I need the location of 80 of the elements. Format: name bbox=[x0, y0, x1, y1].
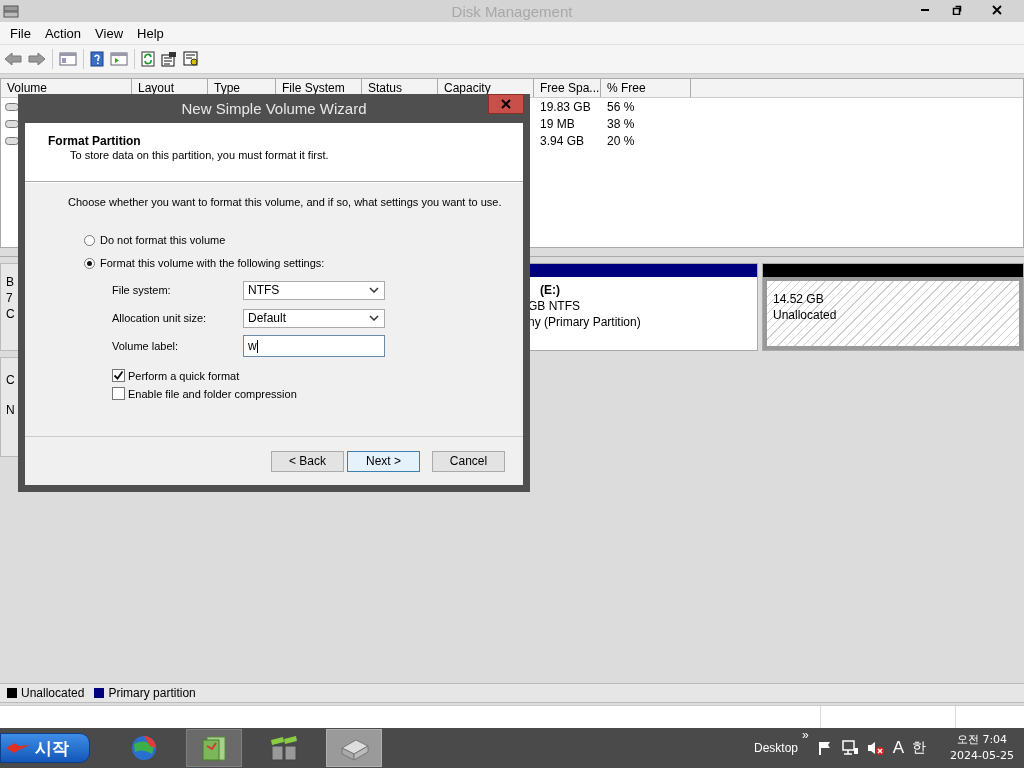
language-indicator[interactable]: 한 bbox=[912, 739, 927, 757]
menu-item[interactable]: File bbox=[4, 25, 39, 41]
table-cell-text: 19 MB bbox=[539, 116, 576, 131]
menu-item[interactable]: Action bbox=[38, 25, 90, 41]
console-tree-icon[interactable] bbox=[59, 51, 77, 67]
page-heading: Format Partition bbox=[48, 134, 142, 148]
disk-icon bbox=[3, 4, 19, 18]
column-header[interactable]: Free Spa... bbox=[534, 79, 601, 97]
disk-label-text: 7 bbox=[6, 292, 13, 304]
disk-label-text: N bbox=[6, 404, 15, 416]
settings-icon[interactable] bbox=[183, 51, 199, 67]
column-header[interactable]: % Free bbox=[601, 79, 691, 97]
disk-label-text: C bbox=[6, 374, 15, 386]
drive-icon bbox=[5, 136, 19, 145]
menu-item[interactable]: View bbox=[89, 25, 132, 41]
checkbox[interactable] bbox=[112, 369, 125, 382]
flag-icon[interactable] bbox=[816, 740, 833, 756]
close-icon bbox=[992, 5, 1002, 15]
table-cell-text: 38 % bbox=[606, 116, 636, 131]
table-cell-text: 19.83 GB bbox=[539, 99, 592, 114]
muted-speaker-icon[interactable] bbox=[866, 740, 885, 756]
start-button[interactable]: 시작 bbox=[0, 733, 90, 763]
caret-icon bbox=[369, 315, 379, 321]
logo-icon bbox=[5, 742, 31, 754]
input-mode-indicator[interactable]: A bbox=[892, 738, 905, 758]
properties-icon[interactable] bbox=[161, 51, 177, 67]
partition-text: Unallocated bbox=[773, 307, 838, 323]
network-icon[interactable] bbox=[840, 740, 859, 756]
dropdown[interactable]: Default bbox=[243, 308, 385, 328]
disk-label-text: B bbox=[6, 276, 14, 288]
clock-time[interactable]: 오전 7:04 bbox=[956, 732, 1008, 748]
partition-block[interactable]: 14.52 GB Unallocated bbox=[762, 263, 1024, 351]
toolbar-label[interactable]: Desktop bbox=[754, 741, 799, 755]
partition-title: (E:) bbox=[539, 282, 561, 298]
toolbar-chevron[interactable]: » bbox=[802, 728, 809, 742]
taskbar-button[interactable] bbox=[326, 729, 382, 767]
restore-icon bbox=[952, 5, 962, 15]
field-label: Allocation unit size: bbox=[112, 312, 208, 324]
field-label: Volume label: bbox=[112, 340, 180, 352]
dialog-title: New Simple Volume Wizard bbox=[181, 100, 367, 117]
radio-button[interactable] bbox=[84, 257, 95, 269]
refresh-icon[interactable] bbox=[141, 51, 155, 67]
clock-date[interactable]: 2024-05-25 bbox=[950, 748, 1014, 764]
clapperboard-icon bbox=[269, 734, 299, 762]
dialog-button[interactable]: Next > bbox=[347, 450, 420, 472]
radio-option[interactable]: Format this volume with the following settings: bbox=[84, 257, 523, 269]
field-label: File system: bbox=[112, 284, 172, 296]
page-subheading: To store data on this partition, you must format it first. bbox=[69, 149, 330, 161]
table-cell-text: 56 % bbox=[606, 99, 636, 114]
checkbox[interactable] bbox=[112, 387, 125, 400]
partition-text: 14.52 GB bbox=[773, 291, 825, 307]
forward-icon[interactable] bbox=[28, 51, 46, 67]
globe-icon bbox=[130, 734, 158, 762]
checkbox-option[interactable]: Enable file and folder compression bbox=[112, 387, 523, 400]
legend-label: Primary partition bbox=[108, 686, 196, 700]
back-icon[interactable] bbox=[4, 51, 22, 67]
drive-icon bbox=[5, 102, 19, 111]
table-cell-text: 3.94 GB bbox=[539, 133, 586, 148]
dialog-button[interactable]: < Back bbox=[271, 450, 344, 472]
minimize-icon bbox=[921, 9, 929, 11]
close-button[interactable] bbox=[488, 94, 524, 114]
close-icon bbox=[501, 99, 511, 109]
disk-label-text: C bbox=[6, 308, 15, 320]
dialog-button[interactable]: Cancel bbox=[432, 450, 505, 472]
checkbox-option[interactable]: Perform a quick format bbox=[112, 369, 523, 382]
input-field[interactable]: w bbox=[243, 335, 385, 357]
checkmark-icon bbox=[113, 370, 124, 381]
table-cell-text: 20 % bbox=[606, 133, 636, 148]
legend-label: Unallocated bbox=[21, 686, 85, 700]
action-pane-icon[interactable] bbox=[110, 51, 128, 67]
dropdown[interactable]: NTFS bbox=[243, 280, 385, 300]
menu-item[interactable]: Help bbox=[131, 25, 172, 41]
radio-button[interactable] bbox=[84, 234, 95, 246]
radio-option[interactable]: Do not format this volume bbox=[84, 234, 523, 246]
caret-icon bbox=[369, 287, 379, 293]
help-icon[interactable] bbox=[90, 51, 104, 67]
instruction-text: Choose whether you want to format this volume, and if so, what settings you want to use. bbox=[68, 196, 503, 208]
drive-icon bbox=[5, 119, 19, 128]
card-icon bbox=[201, 734, 227, 762]
taskbar-button[interactable] bbox=[186, 729, 242, 767]
